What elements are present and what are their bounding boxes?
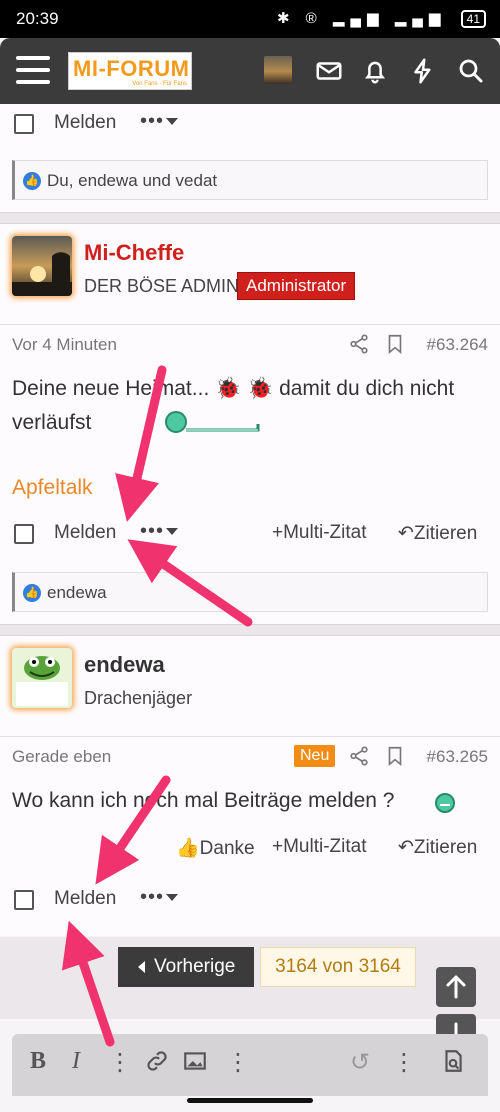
more-insert-icon[interactable]: ⋮ bbox=[226, 1048, 250, 1077]
status-time: 20:39 bbox=[16, 9, 59, 28]
like-icon: 👍 bbox=[23, 172, 41, 190]
inbox-icon[interactable] bbox=[314, 56, 344, 86]
report-link[interactable]: Melden bbox=[54, 112, 116, 134]
post-meta: Vor 4 Minuten #63.264 bbox=[0, 324, 500, 364]
chevron-down-icon bbox=[166, 894, 179, 902]
image-icon[interactable] bbox=[182, 1048, 208, 1081]
likes-text: Du, endewa und vedat bbox=[47, 171, 218, 190]
bell-icon[interactable] bbox=[360, 56, 390, 86]
post-63265: endewa Drachenjäger Gerade eben Neu #63.… bbox=[0, 636, 500, 936]
select-checkbox[interactable] bbox=[14, 890, 34, 910]
new-badge: Neu bbox=[294, 745, 336, 767]
post-divider bbox=[0, 212, 500, 224]
quote-button[interactable]: ↶Zitieren bbox=[398, 836, 477, 859]
post-author[interactable]: endewa bbox=[84, 652, 165, 678]
signature[interactable]: Apfeltalk bbox=[12, 476, 93, 500]
share-icon[interactable] bbox=[348, 745, 370, 767]
editor-toolbar: B I ⋮ ⋮ ↺ ⋮ bbox=[12, 1034, 488, 1096]
likes-bar[interactable]: 👍 Du, endewa und vedat bbox=[12, 160, 488, 200]
menu-icon[interactable] bbox=[16, 56, 50, 84]
share-icon[interactable] bbox=[348, 333, 370, 355]
account-avatar[interactable] bbox=[264, 56, 292, 84]
more-dots: ••• bbox=[140, 886, 165, 908]
bold-icon[interactable]: B bbox=[30, 1048, 46, 1075]
previous-post: Melden ••• 👍 Du, endewa und vedat bbox=[0, 104, 500, 212]
logo-text: MI-FORUM bbox=[73, 56, 190, 81]
avatar[interactable] bbox=[12, 648, 72, 708]
thanks-button[interactable]: 👍Danke bbox=[176, 836, 255, 860]
app-bar: MI-FORUM Von Fans · Für Fans bbox=[0, 38, 500, 104]
like-icon: 👍 bbox=[23, 584, 41, 602]
likes-text: endewa bbox=[47, 583, 107, 602]
chevron-down-icon bbox=[166, 118, 179, 126]
avatar[interactable] bbox=[12, 236, 72, 296]
italic-icon[interactable]: I bbox=[72, 1048, 80, 1075]
emoji-sticker-icon bbox=[165, 411, 260, 433]
more-format-icon[interactable]: ⋮ bbox=[108, 1048, 132, 1077]
post-meta: Gerade eben Neu #63.265 bbox=[0, 736, 500, 776]
status-bar: 20:39 ✱ ® ▂▄▆ ▂▄▆ 41 bbox=[0, 0, 500, 38]
page-indicator[interactable]: 3164 von 3164 bbox=[260, 947, 416, 987]
thumbs-up-icon: 👍 bbox=[176, 838, 200, 859]
post-divider bbox=[0, 624, 500, 636]
link-icon[interactable] bbox=[144, 1048, 170, 1081]
post-author[interactable]: Mi-Cheffe bbox=[84, 240, 184, 266]
multi-quote-button[interactable]: +Multi-Zitat bbox=[272, 836, 367, 858]
pagination: Vorherige 3164 von 3164 bbox=[0, 937, 500, 1019]
post-reactions: 👍Danke +Multi-Zitat ↶Zitieren bbox=[0, 828, 500, 868]
scroll-top-button[interactable] bbox=[436, 967, 476, 1007]
search-icon[interactable] bbox=[456, 56, 486, 86]
battery-icon: 41 bbox=[460, 10, 486, 28]
likes-bar[interactable]: 👍 endewa bbox=[12, 572, 488, 612]
post-time[interactable]: Gerade eben bbox=[12, 747, 111, 767]
post-63264: Mi-Cheffe DER BÖSE ADMIN Administrator V… bbox=[0, 224, 500, 634]
home-indicator bbox=[187, 1098, 313, 1103]
post-actions: Melden ••• +Multi-Zitat ↶Zitieren bbox=[0, 514, 500, 554]
more-menu[interactable]: ••• bbox=[140, 520, 179, 543]
previous-page-button[interactable]: Vorherige bbox=[118, 947, 254, 987]
site-logo[interactable]: MI-FORUM Von Fans · Für Fans bbox=[68, 52, 192, 90]
select-checkbox[interactable] bbox=[14, 524, 34, 544]
logo-tagline: Von Fans · Für Fans bbox=[132, 81, 187, 87]
more-dots: ••• bbox=[140, 110, 165, 132]
thanks-label: Danke bbox=[199, 838, 255, 859]
user-title: DER BÖSE ADMIN bbox=[84, 276, 240, 296]
more-options-icon[interactable]: ⋮ bbox=[392, 1048, 416, 1077]
more-dots: ••• bbox=[140, 520, 165, 542]
more-menu[interactable]: ••• bbox=[140, 110, 179, 133]
more-menu[interactable]: ••• bbox=[140, 886, 179, 909]
post-actions: Melden ••• bbox=[0, 880, 500, 920]
bookmark-icon[interactable] bbox=[384, 745, 406, 767]
admin-badge: Administrator bbox=[237, 272, 356, 300]
post-number[interactable]: #63.264 bbox=[427, 335, 488, 355]
select-checkbox[interactable] bbox=[14, 114, 34, 134]
quote-button[interactable]: ↶Zitieren bbox=[398, 522, 477, 545]
post-time[interactable]: Vor 4 Minuten bbox=[12, 335, 117, 355]
undo-icon[interactable]: ↺ bbox=[350, 1048, 370, 1077]
status-icons: ✱ ® ▂▄▆ ▂▄▆ 41 bbox=[277, 9, 486, 28]
status-signal-icons: ✱ ® ▂▄▆ ▂▄▆ bbox=[276, 10, 447, 27]
post-message: Wo kann ich noch mal Beiträge melden ? bbox=[12, 789, 395, 812]
chevron-down-icon bbox=[166, 528, 179, 536]
preview-icon[interactable] bbox=[440, 1048, 466, 1081]
emoji-icon bbox=[435, 793, 455, 813]
report-link[interactable]: Melden bbox=[54, 522, 116, 544]
bookmark-icon[interactable] bbox=[384, 333, 406, 355]
user-title: Drachenjäger bbox=[84, 688, 193, 708]
previous-post-actions: Melden ••• bbox=[0, 104, 500, 144]
multi-quote-button[interactable]: +Multi-Zitat bbox=[272, 522, 367, 544]
report-link[interactable]: Melden bbox=[54, 888, 116, 910]
bolt-icon[interactable] bbox=[408, 56, 438, 86]
post-number[interactable]: #63.265 bbox=[427, 747, 488, 767]
